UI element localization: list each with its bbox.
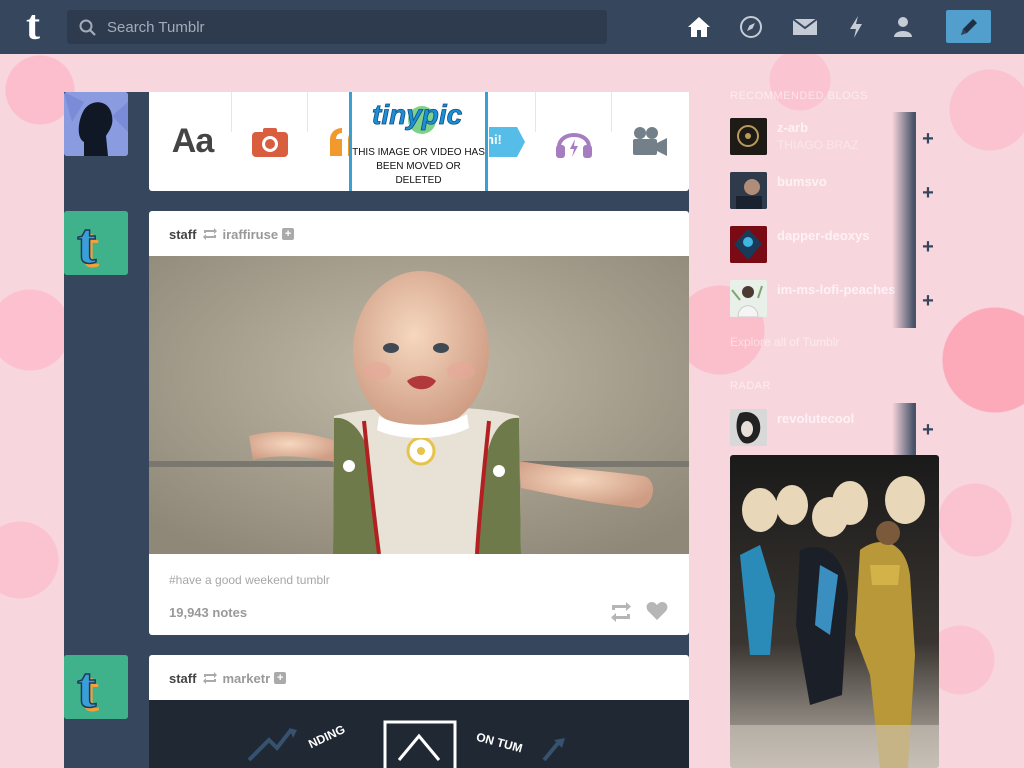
blog-name[interactable]: z-arb <box>777 120 808 135</box>
blog-name[interactable]: dapper-deoxys <box>777 228 869 243</box>
post-author[interactable]: staff <box>169 227 196 242</box>
camera-icon <box>251 127 288 157</box>
video-post-button[interactable] <box>611 92 688 191</box>
follow-plus-icon[interactable]: + <box>282 228 295 240</box>
post-source[interactable]: iraffiruse <box>222 227 278 242</box>
broken-image-placeholder: tinypic THIS IMAGE OR VIDEO HAS BEEN MOV… <box>349 92 488 191</box>
follow-button[interactable]: + <box>916 220 940 274</box>
svg-text:t: t <box>77 655 97 719</box>
post-header: staff marketr + <box>169 670 287 686</box>
recommended-blog[interactable]: z-arb THIAGO BRAZ + <box>730 112 940 166</box>
banner-word-left: NDING <box>306 722 347 751</box>
audio-post-button[interactable] <box>535 92 612 191</box>
post-source[interactable]: marketr <box>222 671 270 686</box>
top-bar: t <box>0 0 1024 54</box>
text-post-button[interactable]: Aa <box>154 92 231 191</box>
blog-name[interactable]: im-ms-lofi-peaches <box>777 282 895 297</box>
blog-avatar[interactable] <box>730 280 767 317</box>
blog-avatar[interactable] <box>730 409 767 446</box>
blog-title: THIAGO BRAZ <box>777 138 859 152</box>
follow-button[interactable]: + <box>916 274 940 328</box>
reblog-icon <box>611 602 631 622</box>
heart-icon <box>646 602 668 620</box>
blog-avatar[interactable] <box>730 226 767 263</box>
fade-overlay <box>892 403 916 457</box>
search-icon <box>67 10 107 44</box>
blog-name[interactable]: bumsvo <box>777 174 827 189</box>
svg-text:tinypic: tinypic <box>372 99 463 130</box>
broken-image-message: THIS IMAGE OR VIDEO HAS BEEN MOVED OR DE… <box>352 147 485 186</box>
recommended-blog[interactable]: im-ms-lofi-peaches + <box>730 274 940 328</box>
person-icon[interactable] <box>890 14 916 40</box>
tinypic-logo-icon: tinypic <box>372 99 463 134</box>
recommended-blog[interactable]: dapper-deoxys + <box>730 220 940 274</box>
fade-overlay <box>892 220 916 274</box>
search-input[interactable] <box>107 10 607 44</box>
radar-blog[interactable]: revolutecool + <box>730 403 940 457</box>
explore-all-link[interactable]: Explore all of Tumblr <box>730 335 839 349</box>
reblog-icon <box>203 228 218 240</box>
lightning-icon[interactable] <box>843 14 869 40</box>
follow-button[interactable]: + <box>916 166 940 220</box>
home-icon[interactable] <box>686 14 712 40</box>
staff-avatar[interactable]: t t <box>64 211 128 275</box>
fade-overlay <box>892 112 916 166</box>
staff-avatar[interactable]: t t <box>64 655 128 719</box>
post-gif[interactable] <box>149 256 689 554</box>
pencil-icon <box>960 18 977 35</box>
blog-avatar[interactable] <box>730 118 767 155</box>
envelope-icon[interactable] <box>792 14 818 40</box>
post-card: staff marketr + NDING ON TUM <box>149 655 689 768</box>
recommended-blogs-header: RECOMMENDED BLOGS <box>730 90 869 102</box>
svg-text:t: t <box>77 211 97 275</box>
post-tags[interactable]: #have a good weekend tumblr <box>169 573 330 587</box>
reblog-icon <box>203 672 218 684</box>
follow-button[interactable]: + <box>916 112 940 166</box>
post-notes-count[interactable]: 19,943 notes <box>169 605 247 620</box>
follow-plus-icon[interactable]: + <box>274 672 287 684</box>
headphones-icon <box>555 132 592 158</box>
chat-post-label: hi! <box>486 132 502 147</box>
post-banner-image[interactable]: NDING ON TUM <box>149 700 689 768</box>
search-box[interactable] <box>67 10 607 44</box>
post-card: staff iraffiruse + #have a good weekend … <box>149 211 689 635</box>
fade-overlay <box>892 166 916 220</box>
blog-avatar[interactable] <box>730 172 767 209</box>
blog-name[interactable]: revolutecool <box>777 411 854 426</box>
radar-header: RADAR <box>730 380 772 392</box>
user-avatar[interactable] <box>64 92 128 156</box>
compass-icon[interactable] <box>738 14 764 40</box>
banner-word-right: ON TUM <box>475 730 524 756</box>
photo-post-button[interactable] <box>231 92 308 191</box>
fade-overlay <box>892 274 916 328</box>
follow-button[interactable]: + <box>916 403 940 457</box>
post-author[interactable]: staff <box>169 671 196 686</box>
video-camera-icon <box>632 126 667 156</box>
text-post-label: Aa <box>171 122 214 160</box>
compose-button[interactable] <box>946 10 991 43</box>
post-header: staff iraffiruse + <box>169 226 295 242</box>
tumblr-logo-icon[interactable]: t <box>18 5 48 47</box>
like-button[interactable] <box>646 601 670 623</box>
radar-post-image[interactable] <box>730 455 939 768</box>
recommended-blog[interactable]: bumsvo + <box>730 166 940 220</box>
reblog-button[interactable] <box>609 601 633 623</box>
